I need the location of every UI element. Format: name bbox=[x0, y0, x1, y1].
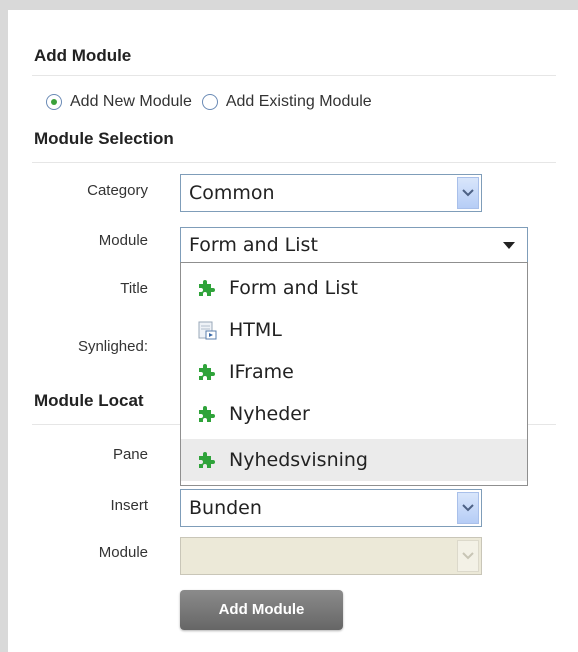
module-dropdown-list: Form and List HTML IFrame Nyheder Nyheds bbox=[180, 262, 528, 486]
pane-label: Pane bbox=[112, 446, 148, 463]
chevron-down-icon[interactable] bbox=[457, 177, 479, 209]
dropdown-arrow-icon[interactable] bbox=[503, 242, 515, 249]
add-module-button[interactable]: Add Module bbox=[180, 590, 343, 630]
html-document-icon bbox=[195, 318, 219, 342]
chevron-down-icon[interactable] bbox=[457, 492, 479, 524]
dropdown-option-form-and-list[interactable]: Form and List bbox=[181, 267, 527, 309]
category-label: Category bbox=[87, 182, 148, 199]
dropdown-option-label: Nyheder bbox=[229, 403, 310, 425]
dropdown-option-iframe[interactable]: IFrame bbox=[181, 351, 527, 393]
add-new-module-label[interactable]: Add New Module bbox=[70, 93, 192, 111]
puzzle-icon bbox=[195, 402, 219, 426]
visibility-label: Synlighed: bbox=[77, 338, 148, 355]
divider bbox=[32, 75, 556, 76]
dropdown-option-nyhedsvisning[interactable]: Nyhedsvisning bbox=[181, 439, 527, 481]
dropdown-option-html[interactable]: HTML bbox=[181, 309, 527, 351]
puzzle-icon bbox=[195, 360, 219, 384]
module-select[interactable]: Form and List bbox=[180, 227, 528, 263]
divider bbox=[32, 162, 556, 163]
insert-value: Bunden bbox=[189, 497, 262, 519]
category-select[interactable]: Common bbox=[180, 174, 482, 212]
add-module-heading: Add Module bbox=[34, 46, 132, 65]
module-selection-heading: Module Selection bbox=[34, 129, 174, 148]
dropdown-option-label: Nyhedsvisning bbox=[229, 449, 368, 471]
puzzle-icon bbox=[195, 276, 219, 300]
puzzle-icon bbox=[195, 448, 219, 472]
title-label: Title bbox=[120, 280, 148, 297]
add-existing-module-radio[interactable] bbox=[201, 94, 218, 110]
add-existing-module-label[interactable]: Add Existing Module bbox=[226, 93, 372, 111]
category-value: Common bbox=[189, 182, 275, 204]
dropdown-option-label: Form and List bbox=[229, 277, 358, 299]
location-module-select bbox=[180, 537, 482, 575]
insert-label: Insert bbox=[110, 497, 148, 514]
add-mode-radio-group: Add New Module Add Existing Module bbox=[46, 93, 382, 111]
add-new-module-radio[interactable] bbox=[46, 94, 62, 110]
dropdown-option-label: HTML bbox=[229, 319, 282, 341]
dropdown-option-label: IFrame bbox=[229, 361, 294, 383]
module-location-heading: Module Locat bbox=[34, 391, 144, 410]
dropdown-option-nyheder[interactable]: Nyheder bbox=[181, 393, 527, 435]
insert-select[interactable]: Bunden bbox=[180, 489, 482, 527]
location-module-label: Module bbox=[98, 544, 148, 561]
module-label: Module bbox=[98, 232, 148, 249]
module-value: Form and List bbox=[189, 234, 318, 256]
chevron-down-icon bbox=[457, 540, 479, 572]
